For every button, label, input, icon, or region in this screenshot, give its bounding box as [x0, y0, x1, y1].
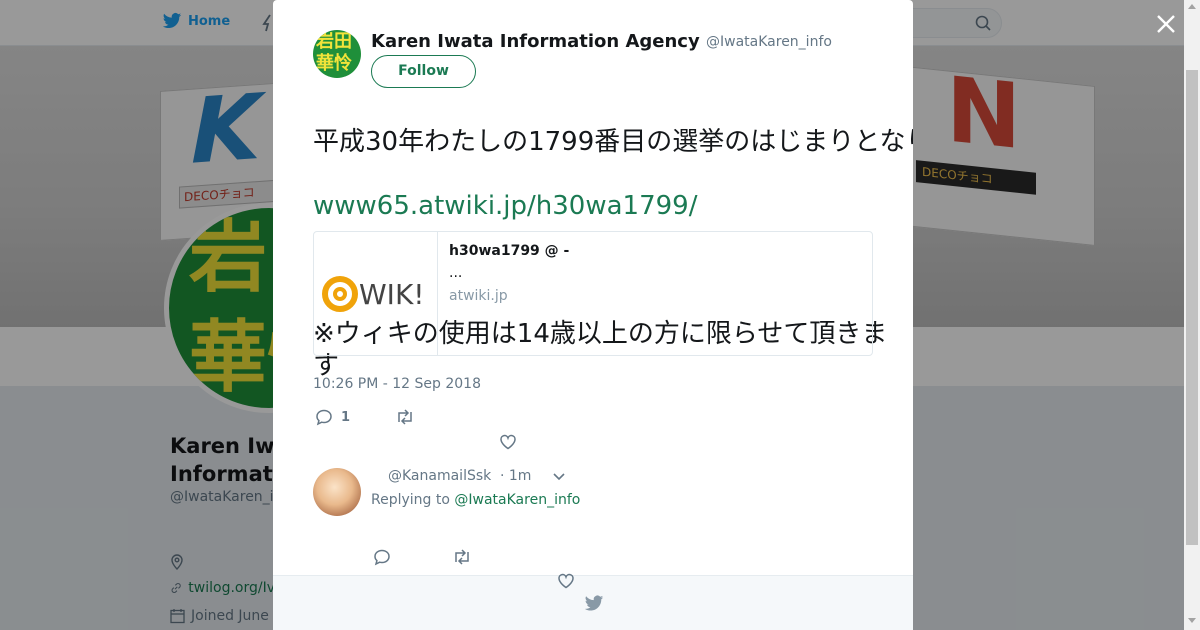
- like-button[interactable]: [499, 433, 517, 451]
- scroll-down-arrow-icon[interactable]: [1188, 618, 1196, 623]
- reply-time[interactable]: · 1m: [500, 468, 531, 484]
- retweet-button[interactable]: [395, 408, 415, 426]
- modal-footer: [273, 572, 913, 630]
- card-description: ...: [449, 265, 463, 281]
- atwiki-logo: WIK!: [314, 232, 438, 355]
- replying-mention[interactable]: @IwataKaren_info: [454, 492, 580, 508]
- author-avatar[interactable]: 岩田 華怜: [313, 30, 361, 78]
- chevron-down-icon[interactable]: [552, 468, 566, 487]
- retweet-icon: [455, 549, 469, 565]
- reply-reply-button[interactable]: [373, 548, 391, 566]
- reply-handle[interactable]: @KanamailSsk: [388, 468, 491, 484]
- replying-to: Replying to @IwataKaren_info: [371, 492, 580, 508]
- atwiki-logo-text: WIK!: [359, 278, 425, 311]
- reply-icon: [374, 549, 390, 566]
- reply-avatar[interactable]: [313, 468, 361, 516]
- replying-prefix: Replying to: [371, 492, 450, 508]
- author-handle[interactable]: @IwataKaren_info: [706, 34, 832, 50]
- tweet-text-line: 平成30年わたしの1799番目の選挙のはじまりとなりました（カレンの運命がかわる…: [313, 127, 913, 157]
- retweet-icon: [398, 409, 412, 425]
- twitter-bird-icon: [584, 595, 604, 611]
- reply-like-button[interactable]: [557, 572, 575, 590]
- reply-icon: [316, 409, 332, 426]
- author-name[interactable]: Karen Iwata Information Agency: [371, 31, 700, 52]
- scroll-thumb[interactable]: [1186, 70, 1198, 545]
- link-card[interactable]: WIK! h30wa1799 @ - ... atwiki.jp: [313, 231, 873, 356]
- tweet-timestamp[interactable]: 10:26 PM - 12 Sep 2018: [313, 376, 481, 392]
- follow-button[interactable]: Follow: [371, 55, 476, 88]
- tweet-link[interactable]: www65.atwiki.jp/h30wa1799/: [313, 190, 903, 222]
- close-icon[interactable]: [1152, 10, 1180, 38]
- reply-count: 1: [341, 409, 351, 425]
- tweet-modal: 岩田 華怜 Karen Iwata Information Agency @Iwa…: [273, 0, 913, 630]
- heart-icon: [500, 434, 516, 450]
- reply-retweet-button[interactable]: [452, 548, 472, 566]
- heart-icon: [558, 573, 574, 589]
- card-title: h30wa1799 @ -: [449, 243, 570, 259]
- reply-button[interactable]: 1: [315, 408, 350, 426]
- card-domain: atwiki.jp: [449, 288, 508, 304]
- page-scrollbar[interactable]: [1184, 0, 1200, 630]
- scroll-up-arrow-icon[interactable]: [1188, 4, 1196, 9]
